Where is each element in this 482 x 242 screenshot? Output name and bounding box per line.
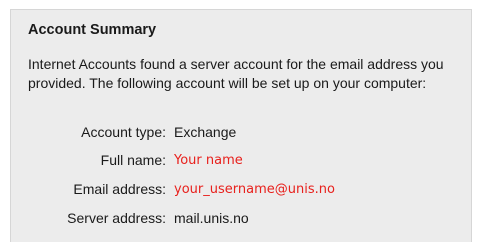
server-address-value: mail.unis.no (174, 210, 249, 226)
account-type-row: Account type: Exchange (11, 124, 473, 144)
account-summary-message: Internet Accounts found a server account… (28, 56, 444, 91)
email-address-row: Email address: your_username@unis.no (11, 181, 473, 201)
account-summary-title: Account Summary (28, 22, 157, 38)
email-address-label: Email address: (73, 181, 166, 197)
full-name-label: Full name: (100, 152, 166, 168)
server-address-row: Server address: mail.unis.no (11, 210, 473, 230)
full-name-row: Full name: Your name (11, 152, 473, 172)
full-name-value: Your name (174, 153, 243, 168)
email-address-value: your_username@unis.no (174, 182, 335, 197)
account-summary-panel: Account Summary Internet Accounts found … (10, 9, 472, 242)
server-address-label: Server address: (67, 210, 166, 226)
account-type-label: Account type: (81, 124, 166, 140)
account-type-value: Exchange (174, 124, 237, 140)
